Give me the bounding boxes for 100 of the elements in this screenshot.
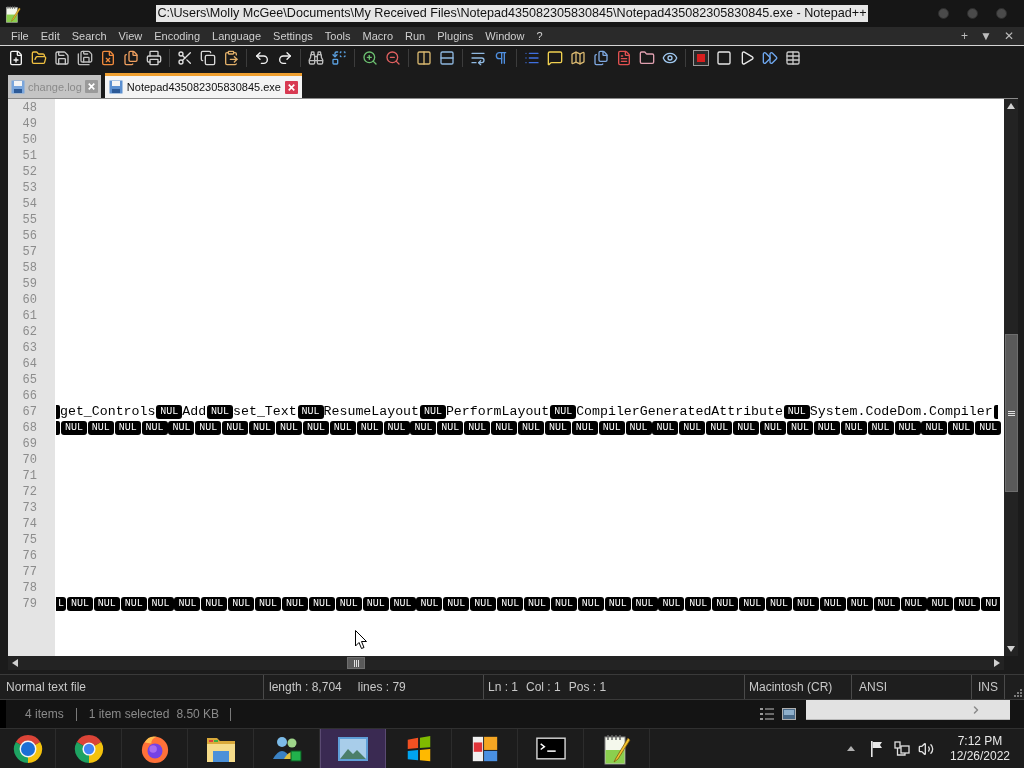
scrollbar-thumb[interactable] — [1004, 334, 1018, 492]
control-character-tag: NUL — [550, 597, 577, 611]
copy-icon[interactable] — [199, 50, 216, 66]
close-icon[interactable] — [84, 80, 98, 93]
left-arrow-icon[interactable] — [12, 659, 18, 667]
control-character-tag: NUL — [524, 597, 551, 611]
map-icon[interactable] — [569, 50, 586, 66]
list-icon[interactable] — [523, 50, 540, 66]
menu-item[interactable]: Run — [399, 28, 432, 44]
tab[interactable]: Notepad435082305830845.exe — [104, 73, 302, 98]
menu-item[interactable]: ? — [530, 28, 549, 44]
wrap-text-icon[interactable] — [469, 50, 486, 66]
control-character-tag: NUL — [222, 421, 249, 435]
menu-item[interactable]: Window — [479, 28, 531, 44]
open-folder-icon[interactable] — [30, 50, 47, 66]
code-text: CompilerGeneratedAttribute — [576, 404, 783, 420]
up-arrow-icon[interactable] — [1007, 103, 1015, 109]
picture-icon[interactable] — [337, 734, 369, 763]
line-number: 55 — [22, 212, 37, 228]
control-character-tag: NUL — [658, 597, 685, 611]
menu-item[interactable]: Encoding — [148, 28, 207, 44]
control-character-tag: NUL — [302, 421, 329, 435]
line-number: 65 — [22, 372, 37, 388]
text-area[interactable] — [55, 99, 1004, 656]
binoculars-icon[interactable] — [307, 50, 324, 66]
line-number: 74 — [22, 516, 37, 532]
rows-icon[interactable] — [438, 50, 455, 66]
file-type-label: Normal text file — [6, 680, 87, 694]
eye-icon[interactable] — [661, 50, 678, 66]
line-number: 54 — [22, 196, 37, 212]
control-character-tag: NUL — [518, 421, 545, 435]
menu-item[interactable]: File — [5, 28, 35, 44]
control-character-tag: NUL — [873, 597, 900, 611]
browser-icon[interactable] — [139, 733, 170, 764]
clock-date[interactable]: 12/26/2022 — [949, 748, 1011, 764]
line-number: 63 — [22, 340, 37, 356]
table-icon[interactable] — [784, 50, 801, 66]
redo-icon[interactable] — [276, 50, 293, 66]
clock-time[interactable]: 7:12 PM — [957, 733, 1003, 749]
new-file-icon[interactable] — [7, 50, 24, 66]
terminal-icon[interactable] — [535, 737, 566, 760]
control-character-tag: NUL — [141, 421, 168, 435]
zoom-out-icon[interactable] — [384, 50, 401, 66]
menu-item[interactable]: Language — [206, 28, 268, 44]
save-all-icon[interactable] — [76, 50, 93, 66]
network-icon[interactable] — [894, 740, 910, 757]
control-character-tag: NUL — [954, 597, 981, 611]
stop-icon[interactable] — [715, 50, 732, 66]
encoding-label: ANSI — [859, 679, 887, 695]
right-arrow-icon[interactable] — [994, 659, 1000, 667]
menu-item[interactable]: Tools — [318, 28, 357, 44]
menu-item[interactable]: Search — [65, 28, 113, 44]
folder-icon[interactable] — [638, 50, 655, 66]
control-character-tag: NUL — [571, 421, 598, 435]
size-grip-icon[interactable] — [1013, 688, 1022, 697]
undo-icon[interactable] — [253, 50, 270, 66]
preview-view-icon[interactable] — [782, 708, 796, 720]
people-icon[interactable] — [270, 734, 303, 763]
caret-up-icon[interactable] — [847, 746, 855, 751]
cut-icon[interactable] — [176, 50, 193, 66]
notepad-icon[interactable] — [602, 732, 631, 765]
columns-icon[interactable] — [415, 50, 432, 66]
record-icon[interactable] — [692, 50, 709, 66]
line-number: 60 — [22, 292, 37, 308]
zoom-in-icon[interactable] — [361, 50, 378, 66]
flag-icon[interactable] — [870, 740, 884, 757]
line-number: 73 — [22, 500, 37, 516]
files-icon[interactable] — [592, 50, 609, 66]
print-icon[interactable] — [145, 50, 162, 66]
taskbar-button[interactable] — [320, 729, 386, 768]
control-character-tag: NUL — [786, 421, 813, 435]
close-icon[interactable] — [285, 80, 298, 94]
close-button[interactable]: ✕ — [998, 28, 1020, 44]
speech-bubble-icon[interactable] — [546, 50, 563, 66]
menu-item[interactable]: Settings — [267, 28, 319, 44]
control-character-tag: NUL — [867, 421, 894, 435]
scrollbar-thumb[interactable] — [347, 657, 365, 669]
down-arrow-icon[interactable] — [1007, 646, 1015, 652]
details-view-icon[interactable] — [760, 707, 774, 721]
fast-forward-icon[interactable] — [761, 50, 778, 66]
menu-item[interactable]: Macro — [356, 28, 400, 44]
menu-item[interactable]: View — [112, 28, 149, 44]
control-character-tag: NUL — [120, 597, 147, 611]
control-character-tag: NUL — [679, 421, 706, 435]
menu-item[interactable]: Edit — [34, 28, 66, 44]
close-file-icon[interactable] — [99, 50, 116, 66]
browser-icon[interactable] — [12, 733, 43, 764]
paste-icon[interactable] — [222, 50, 239, 66]
document-icon[interactable] — [615, 50, 632, 66]
add-button[interactable]: + — [955, 28, 975, 44]
save-icon[interactable] — [53, 50, 70, 66]
dropdown-button[interactable]: ▼ — [974, 28, 998, 44]
menu-item[interactable]: Plugins — [431, 28, 480, 44]
replace-icon[interactable] — [330, 50, 347, 66]
horizontal-scrollbar[interactable] — [8, 656, 1004, 670]
files-icon[interactable] — [122, 50, 139, 66]
vertical-scrollbar[interactable] — [1004, 99, 1018, 656]
control-character-tag: NUL — [652, 421, 679, 435]
volume-icon[interactable] — [918, 740, 934, 757]
browser-icon[interactable] — [73, 733, 104, 764]
